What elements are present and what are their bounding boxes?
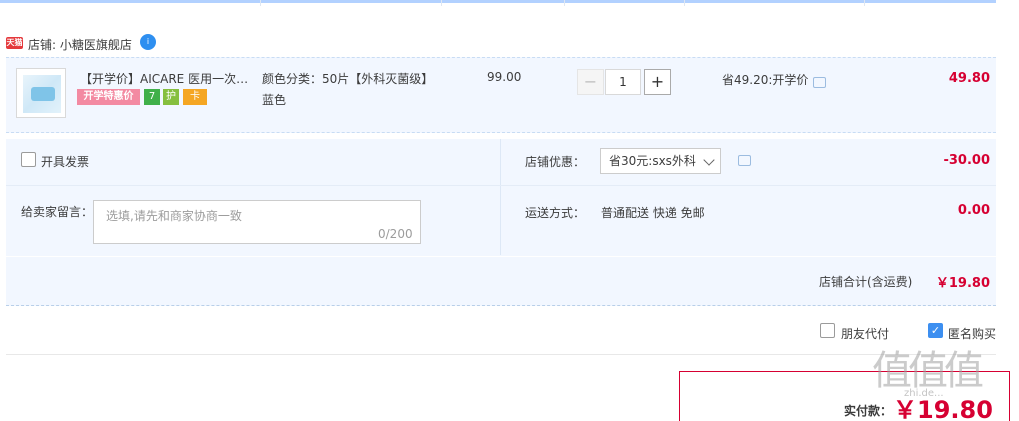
section-divider [6, 354, 996, 355]
guarantee-icon[interactable]: 护 [163, 89, 179, 105]
watermark-subtext: zhi.de... [904, 388, 944, 399]
seller-message-placeholder: 选填,请先和商家协商一致 [106, 209, 242, 223]
options-divider [500, 139, 501, 255]
store-subtotal-label: 店铺合计(含运费) [819, 275, 913, 289]
sku-color-category: 颜色分类：50片【外科灭菌级】 [262, 72, 434, 86]
seven-day-return-icon[interactable]: 7 [144, 89, 160, 105]
store-subtotal-value: ￥19.80 [935, 276, 990, 291]
payable-label: 实付款： [844, 404, 893, 418]
store-coupon-value: 省30元:sxs外科 [609, 154, 696, 168]
header-top-line [0, 0, 996, 3]
chat-icon[interactable]: i [140, 34, 156, 50]
promo-tag: 开学特惠价 [77, 89, 140, 105]
sku-color-value: 蓝色 [262, 93, 287, 107]
chevron-down-icon [703, 154, 715, 166]
quantity-decrease-button[interactable]: − [577, 69, 604, 95]
shipping-method-value: 普通配送 快递 免邮 [601, 206, 705, 220]
product-thumbnail[interactable] [16, 68, 66, 118]
store-coupon-amount: -30.00 [943, 153, 990, 168]
seller-message-label: 给卖家留言： [21, 205, 94, 219]
tmall-badge-icon: 天猫 [6, 37, 23, 49]
discount-info-icon[interactable] [813, 77, 826, 88]
quantity-input[interactable]: 1 [605, 69, 641, 95]
options-divider [6, 185, 996, 186]
invoice-checkbox[interactable] [21, 152, 36, 167]
store-name-link[interactable]: 店铺: 小糖医旗舰店 [28, 36, 132, 53]
header-divider [864, 0, 865, 6]
invoice-label[interactable]: 开具发票 [41, 153, 89, 170]
discount-saving-text: 省49.20:开学价 [722, 73, 809, 87]
message-char-count: 0/200 [378, 227, 413, 241]
friend-pay-checkbox[interactable] [820, 323, 835, 338]
coupon-info-icon[interactable] [738, 155, 751, 166]
header-divider [564, 0, 565, 6]
header-divider [441, 0, 442, 6]
shipping-fee: 0.00 [957, 203, 990, 218]
product-title-link[interactable]: 【开学价】AICARE 医用一次性... [80, 70, 256, 87]
shipping-method-label: 运送方式： [525, 206, 586, 220]
header-divider [684, 0, 685, 6]
store-coupon-label: 店铺优惠： [525, 155, 586, 169]
store-coupon-select[interactable]: 省30元:sxs外科 [600, 148, 721, 174]
mask-image-icon [31, 87, 55, 101]
quantity-increase-button[interactable]: + [644, 69, 671, 95]
unit-price: 99.00 [487, 70, 522, 84]
card-payment-icon[interactable]: 卡 [183, 89, 207, 105]
header-divider [260, 0, 261, 6]
item-total-price: 49.80 [948, 71, 990, 86]
anonymous-purchase-checkbox[interactable]: ✓ [928, 323, 943, 338]
